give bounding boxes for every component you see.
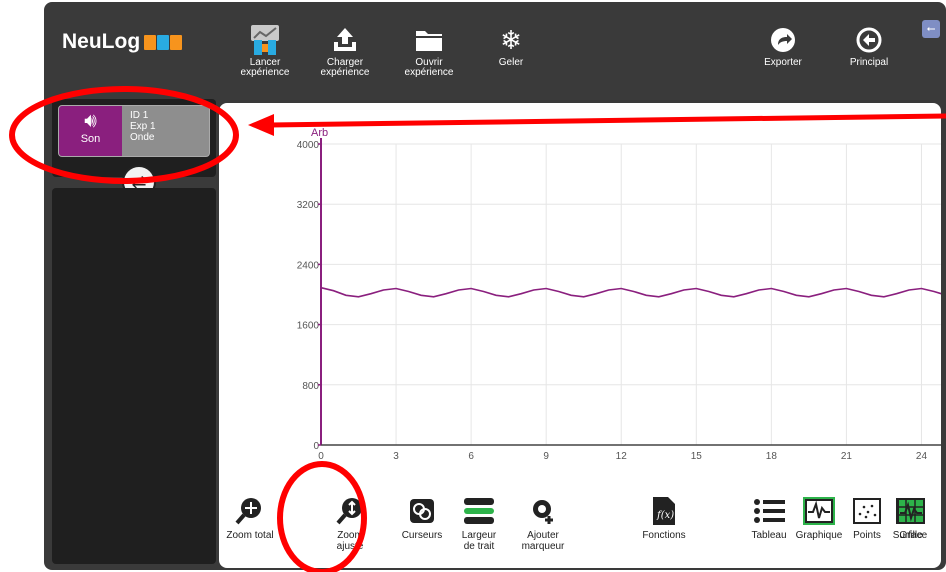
x-tick-label: 24 bbox=[916, 451, 928, 462]
sensor-mode: Onde bbox=[130, 132, 155, 143]
cursors-button[interactable]: Curseurs bbox=[397, 495, 447, 541]
folder-icon bbox=[394, 22, 464, 58]
table-view-button[interactable]: Tableau bbox=[747, 495, 791, 541]
grid-icon bbox=[888, 495, 934, 527]
zoom-total-button[interactable]: Zoom total bbox=[219, 495, 281, 541]
points-view-label: Points bbox=[853, 530, 881, 541]
x-tick-label: 9 bbox=[543, 451, 549, 462]
graph-icon bbox=[791, 495, 847, 527]
functions-button[interactable]: f(x) Fonctions bbox=[639, 495, 689, 541]
line-chart[interactable]: 0 3 6 9 12 15 18 21 24 0 800 1600 2400 3200 4000Arb bbox=[219, 103, 941, 495]
open-experiment-button[interactable]: Ouvrir expérience bbox=[394, 22, 464, 78]
back-arrow-icon bbox=[834, 22, 904, 58]
neulog-logo: NeuLog bbox=[62, 30, 183, 54]
sensor-module[interactable]: 🔊︎ Son ID 1 Exp 1 Onde bbox=[58, 105, 210, 157]
add-marker-label: Ajouter marqueur bbox=[521, 530, 565, 552]
y-tick-label: 800 bbox=[302, 381, 319, 392]
line-width-label: Largeur de trait bbox=[461, 530, 497, 552]
run-experiment-label: Lancer expérience bbox=[240, 57, 290, 78]
sensor-name: Son bbox=[80, 133, 101, 145]
zoom-total-label: Zoom total bbox=[226, 530, 274, 541]
load-experiment-label: Charger expérience bbox=[320, 57, 370, 78]
x-tick-label: 3 bbox=[393, 451, 399, 462]
scatter-icon bbox=[847, 495, 887, 527]
freeze-label: Geler bbox=[498, 57, 524, 68]
main-menu-label: Principal bbox=[849, 57, 889, 68]
sensor-id: ID 1 bbox=[130, 110, 149, 121]
export-label: Exporter bbox=[764, 57, 802, 68]
x-tick-label: 0 bbox=[318, 451, 324, 462]
run-experiment-button[interactable]: Lancer expérience bbox=[230, 22, 300, 78]
x-tick-label: 21 bbox=[841, 451, 853, 462]
top-toolbar: NeuLog Lancer expérience Charger expérie… bbox=[44, 2, 946, 94]
add-marker-icon bbox=[515, 495, 571, 527]
run-experiment-icon bbox=[230, 22, 300, 58]
zoom-fit-icon bbox=[329, 495, 371, 527]
graph-area: 0 3 6 9 12 15 18 21 24 0 800 1600 2400 3200 4000 Arb Zo… bbox=[219, 103, 941, 568]
speaker-icon: 🔊︎ bbox=[84, 110, 97, 132]
function-icon: f(x) bbox=[639, 495, 689, 527]
x-tick-label: 6 bbox=[468, 451, 474, 462]
freeze-button[interactable]: ❄ Geler bbox=[476, 22, 546, 68]
upload-icon bbox=[310, 22, 380, 58]
add-marker-button[interactable]: Ajouter marqueur bbox=[515, 495, 571, 552]
sidebar-panel bbox=[52, 188, 216, 564]
svg-text:f(x): f(x) bbox=[656, 510, 674, 521]
cursors-label: Curseurs bbox=[401, 530, 443, 541]
x-tick-label: 12 bbox=[616, 451, 628, 462]
export-icon bbox=[748, 22, 818, 58]
main-menu-button[interactable]: Principal bbox=[834, 22, 904, 68]
sensor-info: ID 1 Exp 1 Onde bbox=[130, 110, 156, 143]
app-window: NeuLog Lancer expérience Charger expérie… bbox=[44, 2, 946, 570]
x-tick-label: 18 bbox=[766, 451, 778, 462]
grid-button[interactable]: Grille bbox=[888, 495, 934, 541]
functions-label: Fonctions bbox=[642, 530, 686, 541]
logo-blocks-icon bbox=[144, 34, 183, 50]
line-width-icon bbox=[457, 495, 501, 527]
sensor-exp: Exp 1 bbox=[130, 121, 156, 132]
sensor-button[interactable]: 🔊︎ Son bbox=[59, 106, 122, 156]
y-tick-label: 2400 bbox=[297, 260, 320, 271]
graph-view-label: Graphique bbox=[795, 530, 843, 541]
cursors-icon bbox=[397, 495, 447, 527]
points-view-button[interactable]: Points bbox=[847, 495, 887, 541]
y-tick-label: 4000 bbox=[297, 140, 320, 151]
bottom-toolbar: Zoom total Zoom ajusté Curseurs Largeur de… bbox=[219, 495, 941, 568]
y-tick-label: 3200 bbox=[297, 200, 320, 211]
line-width-button[interactable]: Largeur de trait bbox=[457, 495, 501, 552]
load-experiment-button[interactable]: Charger expérience bbox=[310, 22, 380, 78]
y-tick-label: 0 bbox=[313, 441, 319, 452]
export-button[interactable]: Exporter bbox=[748, 22, 818, 68]
snowflake-icon: ❄ bbox=[500, 25, 522, 55]
logo-text: NeuLog bbox=[62, 30, 141, 53]
open-experiment-label: Ouvrir expérience bbox=[404, 57, 454, 78]
graph-view-button[interactable]: Graphique bbox=[791, 495, 847, 541]
series-line bbox=[320, 286, 941, 298]
table-view-label: Tableau bbox=[751, 530, 787, 541]
zoom-total-icon bbox=[219, 495, 281, 527]
y-axis-title: Arb bbox=[311, 127, 328, 139]
usb-icon[interactable]: ⭠ bbox=[922, 20, 940, 38]
list-icon bbox=[747, 495, 791, 527]
x-tick-label: 15 bbox=[691, 451, 703, 462]
zoom-fit-label: Zoom ajusté bbox=[336, 530, 364, 552]
grid-label: Grille bbox=[899, 530, 923, 541]
zoom-fit-button[interactable]: Zoom ajusté bbox=[329, 495, 371, 552]
sensor-panel: 🔊︎ Son ID 1 Exp 1 Onde ⇄ bbox=[52, 99, 216, 199]
y-tick-label: 1600 bbox=[297, 321, 320, 332]
